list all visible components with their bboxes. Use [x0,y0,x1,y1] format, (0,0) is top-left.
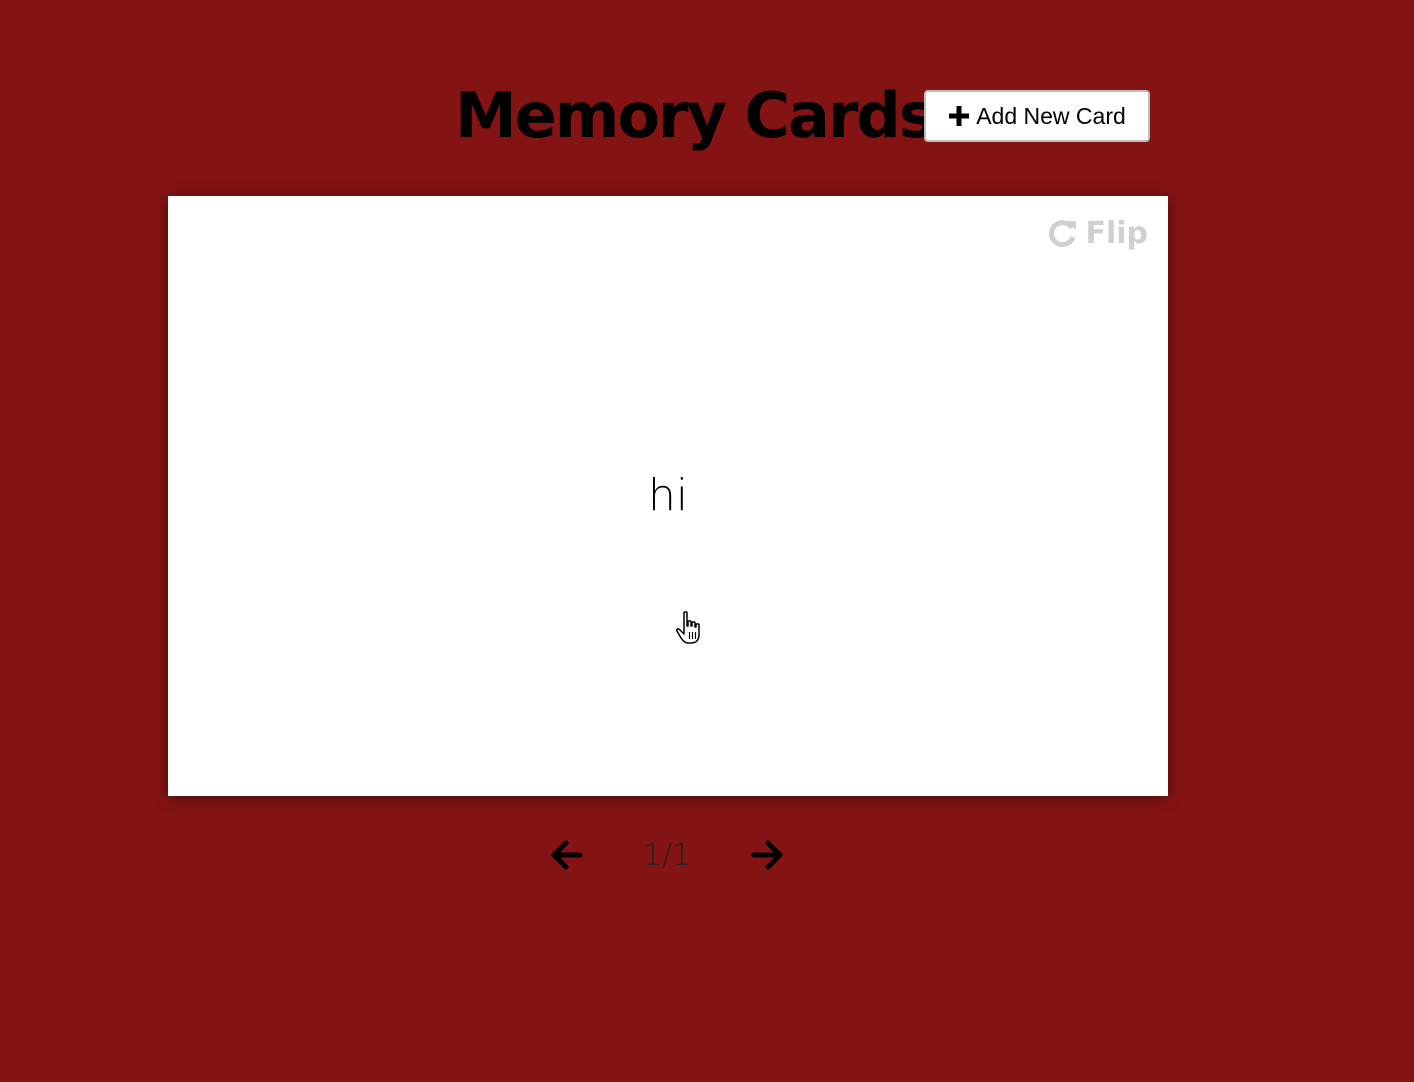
next-card-button[interactable] [750,838,784,872]
card-navigation: 1/1 [0,832,1414,880]
add-new-card-label: Add New Card [976,102,1126,129]
card-counter: 1/1 [642,838,692,873]
plus-icon [948,105,970,127]
previous-card-button[interactable] [550,838,584,872]
flip-label: Flip [1085,216,1148,251]
page-title: Memory Cards [455,79,936,152]
card-text: hi [647,470,689,521]
header: Memory Cards Add New Card [0,0,1414,190]
add-new-card-button[interactable]: Add New Card [924,90,1150,142]
hand-cursor-icon [676,610,708,646]
refresh-icon [1045,217,1079,251]
flip-button[interactable]: Flip [1045,216,1148,251]
arrow-right-icon [750,840,784,875]
memory-card[interactable]: Flip hi [168,196,1168,796]
arrow-left-icon [550,840,584,875]
